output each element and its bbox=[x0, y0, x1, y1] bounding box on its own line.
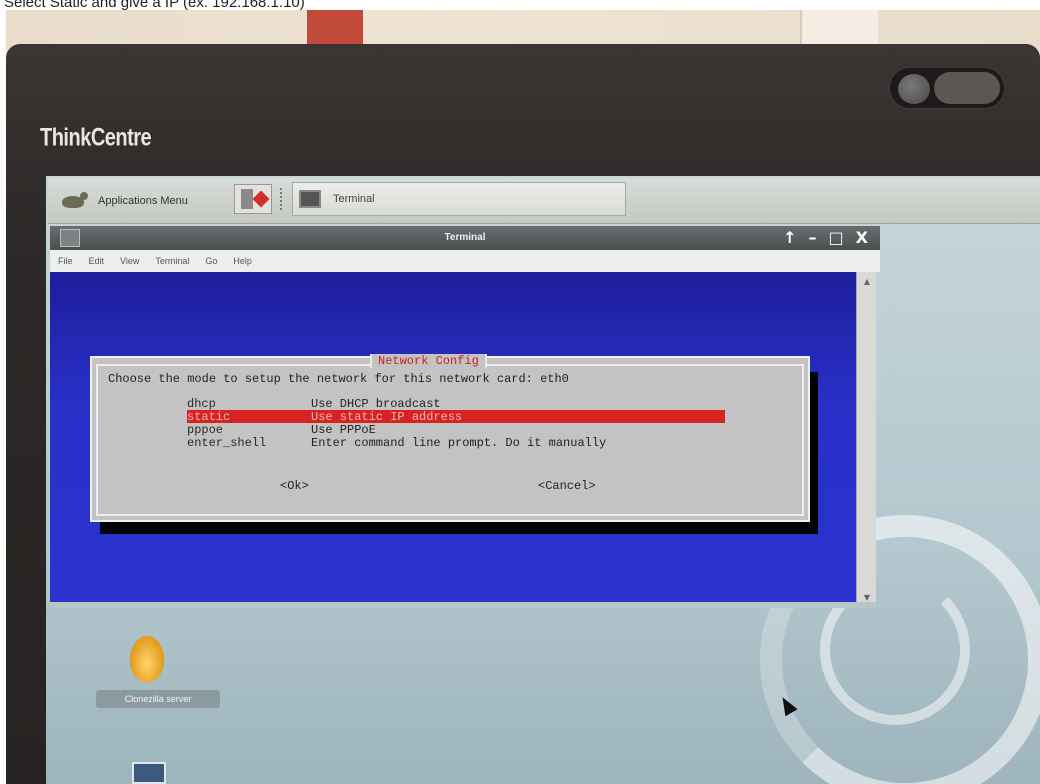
wall-window bbox=[800, 10, 878, 46]
menu-view[interactable]: View bbox=[120, 256, 139, 266]
option-desc: Use DHCP broadcast bbox=[311, 397, 441, 411]
mode-menu-list: dhcp Use DHCP broadcast static Use stati… bbox=[186, 396, 726, 450]
cancel-button[interactable]: <Cancel> bbox=[538, 479, 596, 493]
terminal-bottom-border bbox=[50, 602, 876, 608]
terminal-menubar: File Edit View Terminal Go Help bbox=[50, 250, 880, 272]
terminal-title: Terminal bbox=[444, 232, 486, 243]
webcam-lens-icon bbox=[898, 74, 930, 104]
ok-button[interactable]: <Ok> bbox=[280, 479, 309, 493]
menu-file[interactable]: File bbox=[58, 256, 73, 266]
scroll-up-icon[interactable]: ▲ bbox=[857, 276, 877, 288]
webcam-privacy-shutter bbox=[934, 72, 1000, 104]
clonezilla-icon[interactable] bbox=[130, 636, 164, 682]
logout-launcher-icon[interactable] bbox=[234, 184, 272, 214]
panel-separator bbox=[280, 188, 284, 210]
option-tag: pppoe bbox=[187, 423, 224, 437]
always-on-top-button[interactable]: ↑ bbox=[783, 226, 796, 250]
dialog-title: Network Config bbox=[370, 354, 487, 368]
option-tag: static bbox=[187, 410, 231, 424]
clonezilla-label[interactable]: Clonezilla server bbox=[96, 690, 220, 708]
xfce-mouse-icon bbox=[58, 190, 92, 212]
page-caption: Select Static and give a IP (ex. 192.168… bbox=[0, 0, 1040, 10]
terminal-icon bbox=[299, 190, 321, 208]
option-tag: dhcp bbox=[187, 397, 216, 411]
applications-menu-label: Applications Menu bbox=[98, 194, 188, 207]
desktop-computer-icon[interactable] bbox=[132, 762, 166, 784]
menu-option-dhcp[interactable]: dhcp Use DHCP broadcast bbox=[187, 397, 725, 411]
taskbar-terminal-label: Terminal bbox=[333, 192, 375, 205]
window-buttons: ↑ – □ X bbox=[783, 226, 868, 250]
menu-option-enter-shell[interactable]: enter_shell Enter command line prompt. D… bbox=[187, 436, 725, 450]
minimize-button[interactable]: – bbox=[809, 226, 817, 250]
caption-text: Select Static and give a IP (ex. 192.168… bbox=[4, 0, 305, 10]
menu-terminal[interactable]: Terminal bbox=[155, 256, 189, 266]
applications-menu-button[interactable]: Applications Menu bbox=[58, 186, 196, 216]
monitor-brand-logo: ThinkCentre bbox=[40, 124, 152, 152]
taskbar-terminal-button[interactable]: Terminal bbox=[292, 182, 626, 216]
menu-edit[interactable]: Edit bbox=[89, 256, 105, 266]
dialog-prompt: Choose the mode to setup the network for… bbox=[108, 372, 569, 386]
menu-option-static[interactable]: static Use static IP address bbox=[187, 410, 725, 424]
menu-option-pppoe[interactable]: pppoe Use PPPoE bbox=[187, 423, 725, 437]
option-tag: enter_shell bbox=[187, 436, 267, 450]
terminal-scrollbar[interactable]: ▲ ▼ bbox=[856, 272, 876, 608]
wall-object bbox=[307, 10, 363, 46]
close-button[interactable]: X bbox=[856, 226, 868, 250]
menu-help[interactable]: Help bbox=[233, 256, 252, 266]
terminal-titlebar[interactable]: Terminal ↑ – □ X bbox=[50, 226, 880, 250]
maximize-button[interactable]: □ bbox=[829, 226, 844, 250]
option-desc: Use PPPoE bbox=[311, 423, 376, 437]
option-desc: Enter command line prompt. Do it manuall… bbox=[311, 436, 607, 450]
option-desc: Use static IP address bbox=[311, 410, 463, 424]
menu-go[interactable]: Go bbox=[205, 256, 217, 266]
